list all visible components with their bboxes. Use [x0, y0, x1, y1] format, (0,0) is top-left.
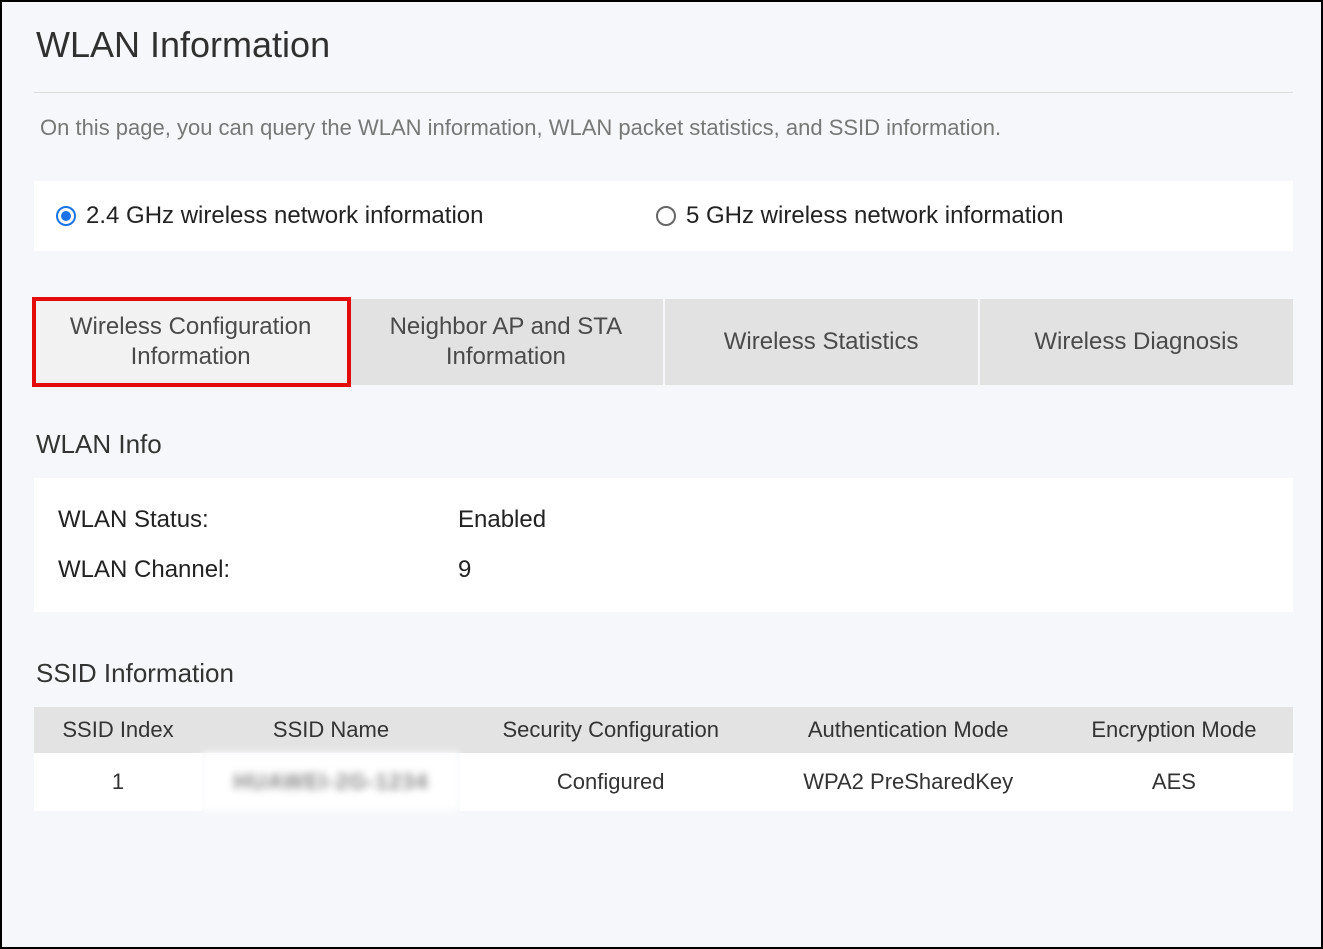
- wlan-info-heading: WLAN Info: [36, 429, 1293, 460]
- band-label-5ghz: 5 GHz wireless network information: [686, 202, 1063, 230]
- ssid-header-name: SSID Name: [202, 707, 460, 753]
- table-row: 1 HUAWEI-2G-1234 Configured WPA2 PreShar…: [34, 753, 1293, 811]
- ssid-header-security: Security Configuration: [460, 707, 761, 753]
- ssid-header-auth: Authentication Mode: [761, 707, 1054, 753]
- ssid-cell-name: HUAWEI-2G-1234: [202, 753, 460, 811]
- tab-wireless-diagnosis[interactable]: Wireless Diagnosis: [980, 299, 1293, 385]
- ssid-table: SSID Index SSID Name Security Configurat…: [34, 707, 1293, 811]
- band-option-5ghz[interactable]: 5 GHz wireless network information: [656, 202, 1063, 230]
- ssid-header-index: SSID Index: [34, 707, 202, 753]
- ssid-info-heading: SSID Information: [36, 658, 1293, 689]
- wlan-status-value: Enabled: [458, 506, 546, 534]
- wlan-status-label: WLAN Status:: [58, 506, 458, 534]
- ssid-cell-auth: WPA2 PreSharedKey: [761, 753, 1054, 811]
- ssid-cell-enc: AES: [1055, 753, 1293, 811]
- page-hint: On this page, you can query the WLAN inf…: [40, 115, 1293, 141]
- tab-wireless-statistics[interactable]: Wireless Statistics: [665, 299, 980, 385]
- band-selector: 2.4 GHz wireless network information 5 G…: [34, 181, 1293, 251]
- ssid-table-header-row: SSID Index SSID Name Security Configurat…: [34, 707, 1293, 753]
- band-radio-2_4ghz[interactable]: [56, 206, 76, 226]
- band-radio-5ghz[interactable]: [656, 206, 676, 226]
- band-label-2_4ghz: 2.4 GHz wireless network information: [86, 202, 483, 230]
- ssid-cell-index: 1: [34, 753, 202, 811]
- wlan-status-row: WLAN Status: Enabled: [58, 506, 1269, 534]
- wlan-info-card: WLAN Status: Enabled WLAN Channel: 9: [34, 478, 1293, 612]
- ssid-cell-security: Configured: [460, 753, 761, 811]
- tab-wireless-config-info[interactable]: Wireless Configuration Information: [34, 299, 349, 385]
- tab-neighbor-ap-sta[interactable]: Neighbor AP and STA Information: [349, 299, 664, 385]
- ssid-header-enc: Encryption Mode: [1055, 707, 1293, 753]
- page-title: WLAN Information: [36, 24, 1293, 66]
- band-option-2_4ghz[interactable]: 2.4 GHz wireless network information: [56, 202, 656, 230]
- wlan-channel-label: WLAN Channel:: [58, 556, 458, 584]
- wlan-channel-row: WLAN Channel: 9: [58, 556, 1269, 584]
- wlan-information-page: WLAN Information On this page, you can q…: [2, 2, 1321, 947]
- divider: [34, 92, 1293, 93]
- wlan-channel-value: 9: [458, 556, 471, 584]
- tab-bar: Wireless Configuration Information Neigh…: [34, 299, 1293, 385]
